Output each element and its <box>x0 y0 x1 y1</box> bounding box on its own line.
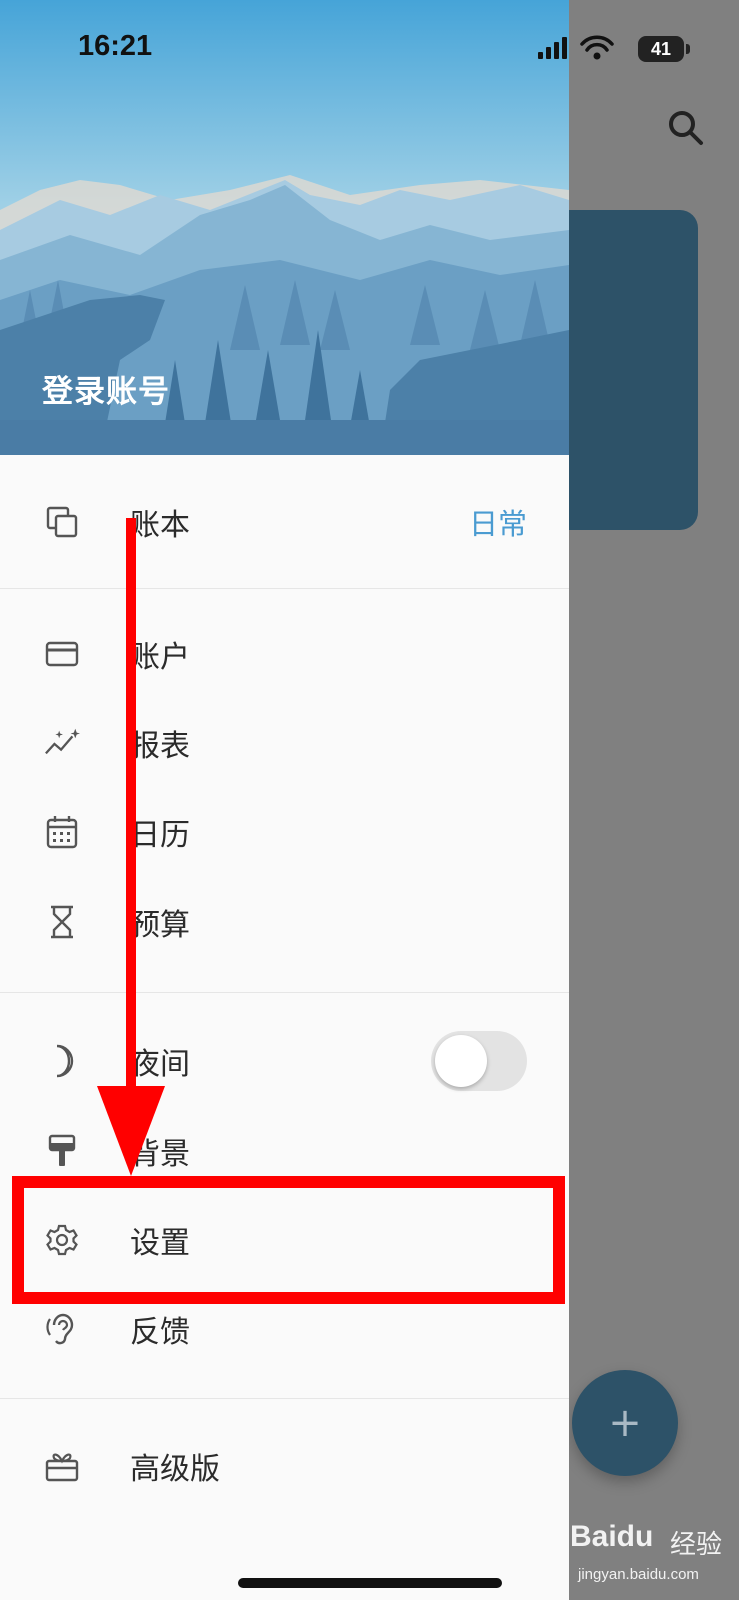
menu-item-reports[interactable]: 报表 <box>0 703 569 783</box>
plus-icon: + <box>608 1400 642 1446</box>
paint-roller-icon <box>44 1133 80 1169</box>
hourglass-icon <box>44 904 80 940</box>
current-ledger-value: 日常 <box>468 507 527 541</box>
login-account-link[interactable]: 登录账号 <box>42 366 170 411</box>
menu-item-ledger[interactable]: 账本 日常 <box>0 482 569 562</box>
navigation-drawer: 登录账号 账本 日常 账户 报表 日历 预算 夜间 背景 设置 反馈 高级版 <box>0 0 569 1600</box>
watermark-logo: Baidu <box>570 1520 654 1553</box>
gift-icon <box>44 1448 80 1484</box>
home-indicator <box>238 1578 502 1588</box>
menu-item-calendar[interactable]: 日历 <box>0 792 569 872</box>
menu-item-label: 夜间 <box>130 1047 190 1082</box>
menu-item-label: 预算 <box>130 908 190 943</box>
menu-item-accounts[interactable]: 账户 <box>0 614 569 694</box>
menu-item-budget[interactable]: 预算 <box>0 882 569 962</box>
divider <box>0 1398 569 1399</box>
menu-item-label: 日历 <box>130 818 190 853</box>
status-time: 16:21 <box>78 30 153 62</box>
divider <box>0 588 569 589</box>
search-icon[interactable] <box>666 108 706 148</box>
battery-icon: 41 <box>638 36 684 62</box>
menu-item-label: 反馈 <box>130 1315 190 1350</box>
menu-item-label: 报表 <box>130 729 190 764</box>
moon-icon <box>44 1043 80 1079</box>
card-icon <box>44 636 80 672</box>
menu-item-label: 账户 <box>130 640 190 675</box>
menu-item-label: 账本 <box>130 508 190 543</box>
menu-item-label: 高级版 <box>130 1452 220 1487</box>
battery-tip <box>686 44 690 54</box>
night-mode-toggle[interactable] <box>431 1031 527 1091</box>
menu-item-premium[interactable]: 高级版 <box>0 1426 569 1506</box>
annotation-arrow-head <box>97 1086 165 1176</box>
toggle-knob <box>435 1035 487 1087</box>
baidu-watermark: Baidu 经验 jingyan.baidu.com <box>570 1510 735 1595</box>
ear-icon <box>44 1311 80 1347</box>
calendar-icon <box>44 814 80 850</box>
signal-wifi-icons <box>538 35 614 60</box>
chart-sparkle-icon <box>44 725 80 761</box>
add-record-button[interactable]: + <box>572 1370 678 1476</box>
divider <box>0 992 569 993</box>
watermark-text: 经验 <box>670 1530 723 1560</box>
annotation-arrow-shaft <box>126 518 136 1088</box>
copy-icon <box>44 504 80 540</box>
status-bar: 16:21 41 <box>0 0 739 90</box>
watermark-url: jingyan.baidu.com <box>578 1566 699 1583</box>
annotation-highlight-box <box>12 1176 565 1304</box>
